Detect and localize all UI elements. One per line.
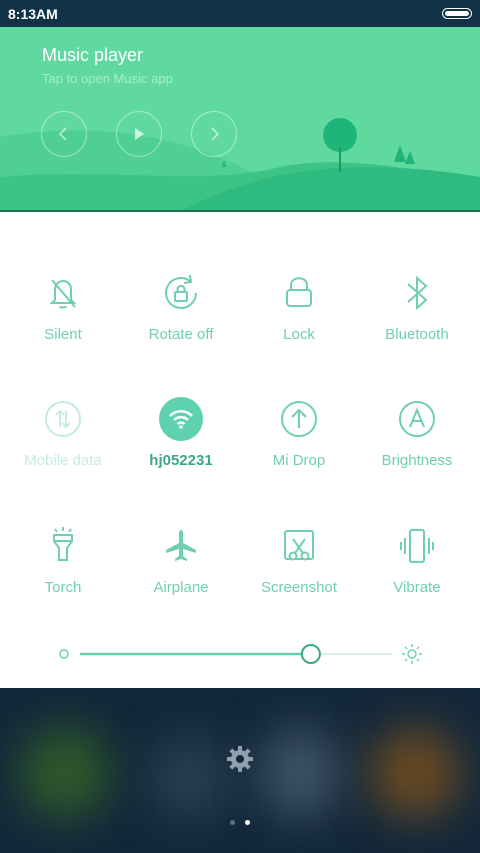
play-icon xyxy=(135,128,144,140)
tile-rotate-off[interactable]: Rotate off xyxy=(121,270,241,370)
tile-label: hj052231 xyxy=(149,452,213,469)
quick-toggles-panel: Silent Rotate off Lock Bluetooth Mobile … xyxy=(0,212,480,688)
battery-icon xyxy=(442,8,472,19)
music-subtitle: Tap to open Music app xyxy=(42,71,173,86)
recent-apps-backdrop xyxy=(0,688,480,853)
tile-label: Lock xyxy=(283,326,315,343)
tile-label: Screenshot xyxy=(261,579,337,596)
tile-label: Mobile data xyxy=(24,452,102,469)
music-player-card[interactable]: Music player Tap to open Music app xyxy=(0,27,480,212)
tile-mobile-data[interactable]: Mobile data xyxy=(3,396,123,496)
tile-label: Bluetooth xyxy=(385,326,449,343)
tile-bluetooth[interactable]: Bluetooth xyxy=(357,270,477,370)
page-dot xyxy=(229,820,235,825)
tile-torch[interactable]: Torch xyxy=(3,523,123,623)
page-indicator xyxy=(0,812,480,830)
bell-off-icon xyxy=(49,279,77,309)
rotate-lock-icon xyxy=(165,274,197,309)
tile-label: Silent xyxy=(44,326,82,343)
tile-label: Rotate off xyxy=(148,326,214,343)
tile-label: Mi Drop xyxy=(272,452,326,469)
upload-arrow-icon xyxy=(281,401,317,437)
next-button[interactable] xyxy=(191,111,237,157)
tile-mi-drop[interactable]: Mi Drop xyxy=(239,396,359,496)
brightness-high-icon xyxy=(402,644,422,664)
tile-lock[interactable]: Lock xyxy=(239,270,359,370)
status-bar: 8:13AM xyxy=(0,0,480,27)
vibrate-icon xyxy=(400,529,434,563)
lock-icon xyxy=(286,277,312,307)
play-button[interactable] xyxy=(116,111,162,157)
slider-thumb[interactable] xyxy=(300,644,321,664)
scissors-icon xyxy=(284,530,314,561)
previous-button[interactable] xyxy=(41,111,87,157)
settings-gear-icon[interactable] xyxy=(224,743,256,775)
page-dot-active xyxy=(245,820,251,825)
brightness-low-icon xyxy=(59,649,69,659)
tile-screenshot[interactable]: Screenshot xyxy=(239,523,359,623)
tile-vibrate[interactable]: Vibrate xyxy=(357,523,477,623)
tile-silent[interactable]: Silent xyxy=(3,270,123,370)
flashlight-icon xyxy=(53,527,73,561)
tile-label: Airplane xyxy=(153,579,209,596)
tile-wifi[interactable]: hj052231 xyxy=(121,396,241,496)
auto-brightness-icon xyxy=(399,401,435,437)
brightness-slider[interactable] xyxy=(0,642,480,672)
music-title: Music player xyxy=(42,45,144,65)
airplane-icon xyxy=(166,530,196,561)
chevron-left-icon xyxy=(58,127,67,141)
tile-brightness[interactable]: Brightness xyxy=(357,396,477,496)
chevron-right-icon xyxy=(211,127,220,141)
mobile-data-icon xyxy=(45,401,81,437)
tile-label: Brightness xyxy=(381,452,453,469)
wifi-icon xyxy=(159,397,203,441)
status-time: 8:13AM xyxy=(8,6,58,22)
bluetooth-icon xyxy=(407,275,428,311)
tile-label: Vibrate xyxy=(393,579,441,596)
tile-label: Torch xyxy=(44,579,82,596)
tile-airplane[interactable]: Airplane xyxy=(121,523,241,623)
